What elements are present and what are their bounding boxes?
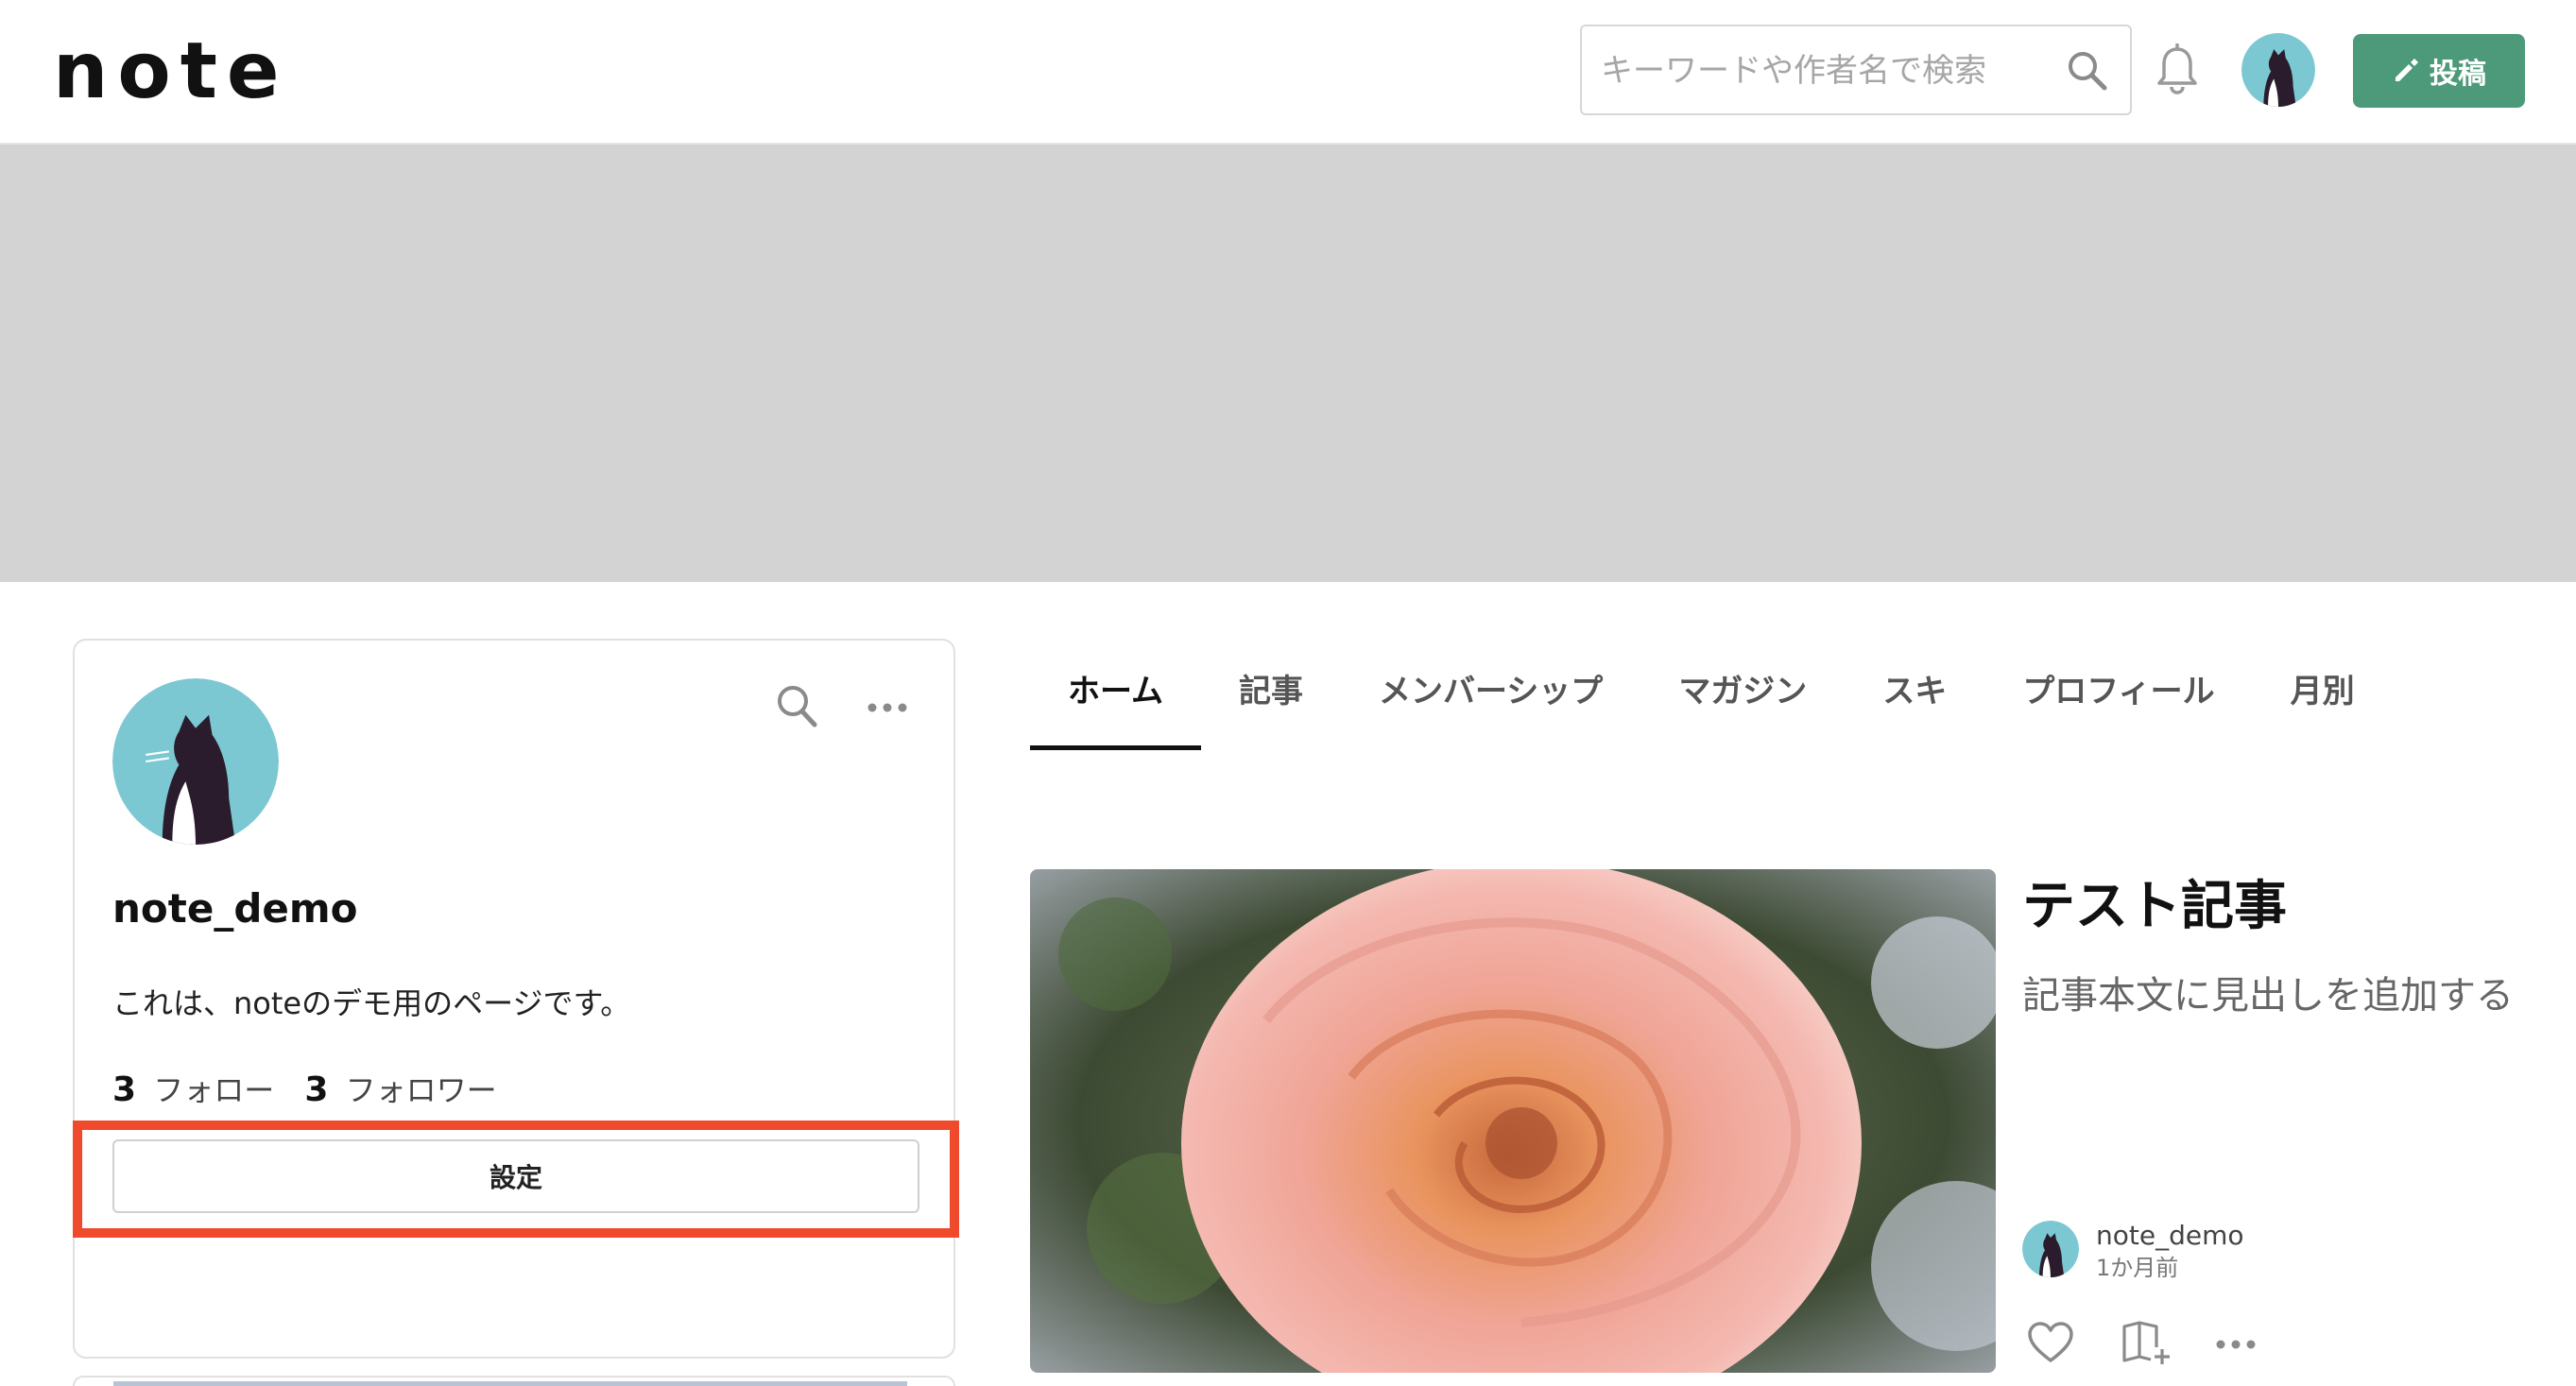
post-button[interactable]: 投稿 <box>2353 34 2525 108</box>
next-card-cover <box>113 1381 907 1386</box>
following-count: 3 <box>112 1070 137 1109</box>
profile-avatar[interactable] <box>112 678 279 845</box>
following-link[interactable]: 3 フォロー <box>112 1070 304 1109</box>
user-avatar[interactable] <box>2241 33 2315 107</box>
profile-description: これは、noteのデモ用のページです。 <box>112 985 631 1021</box>
bell-icon[interactable] <box>2155 43 2200 96</box>
follow-stats: 3 フォロー 3 フォロワー <box>112 1068 518 1113</box>
settings-button[interactable]: 設定 <box>112 1139 919 1213</box>
profile-name: note_demo <box>112 885 358 932</box>
article-excerpt: 記事本文に見出しを追加する <box>2022 974 2514 1018</box>
search-input[interactable] <box>1599 42 2037 100</box>
author-avatar[interactable] <box>2022 1221 2079 1277</box>
heart-icon[interactable] <box>2026 1321 2075 1364</box>
more-icon[interactable] <box>867 693 908 722</box>
profile-tabs: ホーム 記事 メンバーシップ マガジン スキ プロフィール 月別 <box>1030 661 2393 750</box>
more-icon[interactable] <box>2215 1332 2257 1357</box>
followers-link[interactable]: 3 フォロワー <box>304 1070 517 1109</box>
cat-avatar-icon <box>2241 33 2315 107</box>
search-box[interactable] <box>1580 25 2132 115</box>
author-name[interactable]: note_demo <box>2096 1219 2244 1253</box>
tab-membership[interactable]: メンバーシップ <box>1341 661 1640 750</box>
followers-count: 3 <box>304 1070 329 1109</box>
article-date: 1か月前 <box>2096 1255 2179 1281</box>
following-label: フォロー <box>153 1072 275 1108</box>
search-icon[interactable] <box>774 682 819 731</box>
article-title[interactable]: テスト記事 <box>2022 871 2287 943</box>
cat-avatar-icon <box>112 678 279 845</box>
tab-home[interactable]: ホーム <box>1030 661 1201 750</box>
cover-image <box>0 145 2576 582</box>
header: note 投稿 <box>0 0 2576 145</box>
search-icon[interactable] <box>2064 47 2109 93</box>
pencil-icon <box>2396 59 2418 81</box>
magazine-add-icon[interactable] <box>2121 1319 2173 1366</box>
post-button-label: 投稿 <box>2430 58 2486 91</box>
note-logo[interactable]: note <box>53 33 289 111</box>
tab-monthly[interactable]: 月別 <box>2253 661 2393 750</box>
tab-articles[interactable]: 記事 <box>1201 661 1341 750</box>
profile-card: note_demo これは、noteのデモ用のページです。 3 フォロー 3 フ… <box>73 639 959 1359</box>
tab-likes[interactable]: スキ <box>1845 661 1984 750</box>
article-thumbnail[interactable] <box>1030 869 1996 1373</box>
followers-label: フォロワー <box>345 1072 497 1108</box>
tab-profile[interactable]: プロフィール <box>1984 661 2252 750</box>
cat-avatar-icon <box>2022 1221 2079 1277</box>
rose-image <box>1030 869 1996 1373</box>
tab-magazine[interactable]: マガジン <box>1640 661 1845 750</box>
